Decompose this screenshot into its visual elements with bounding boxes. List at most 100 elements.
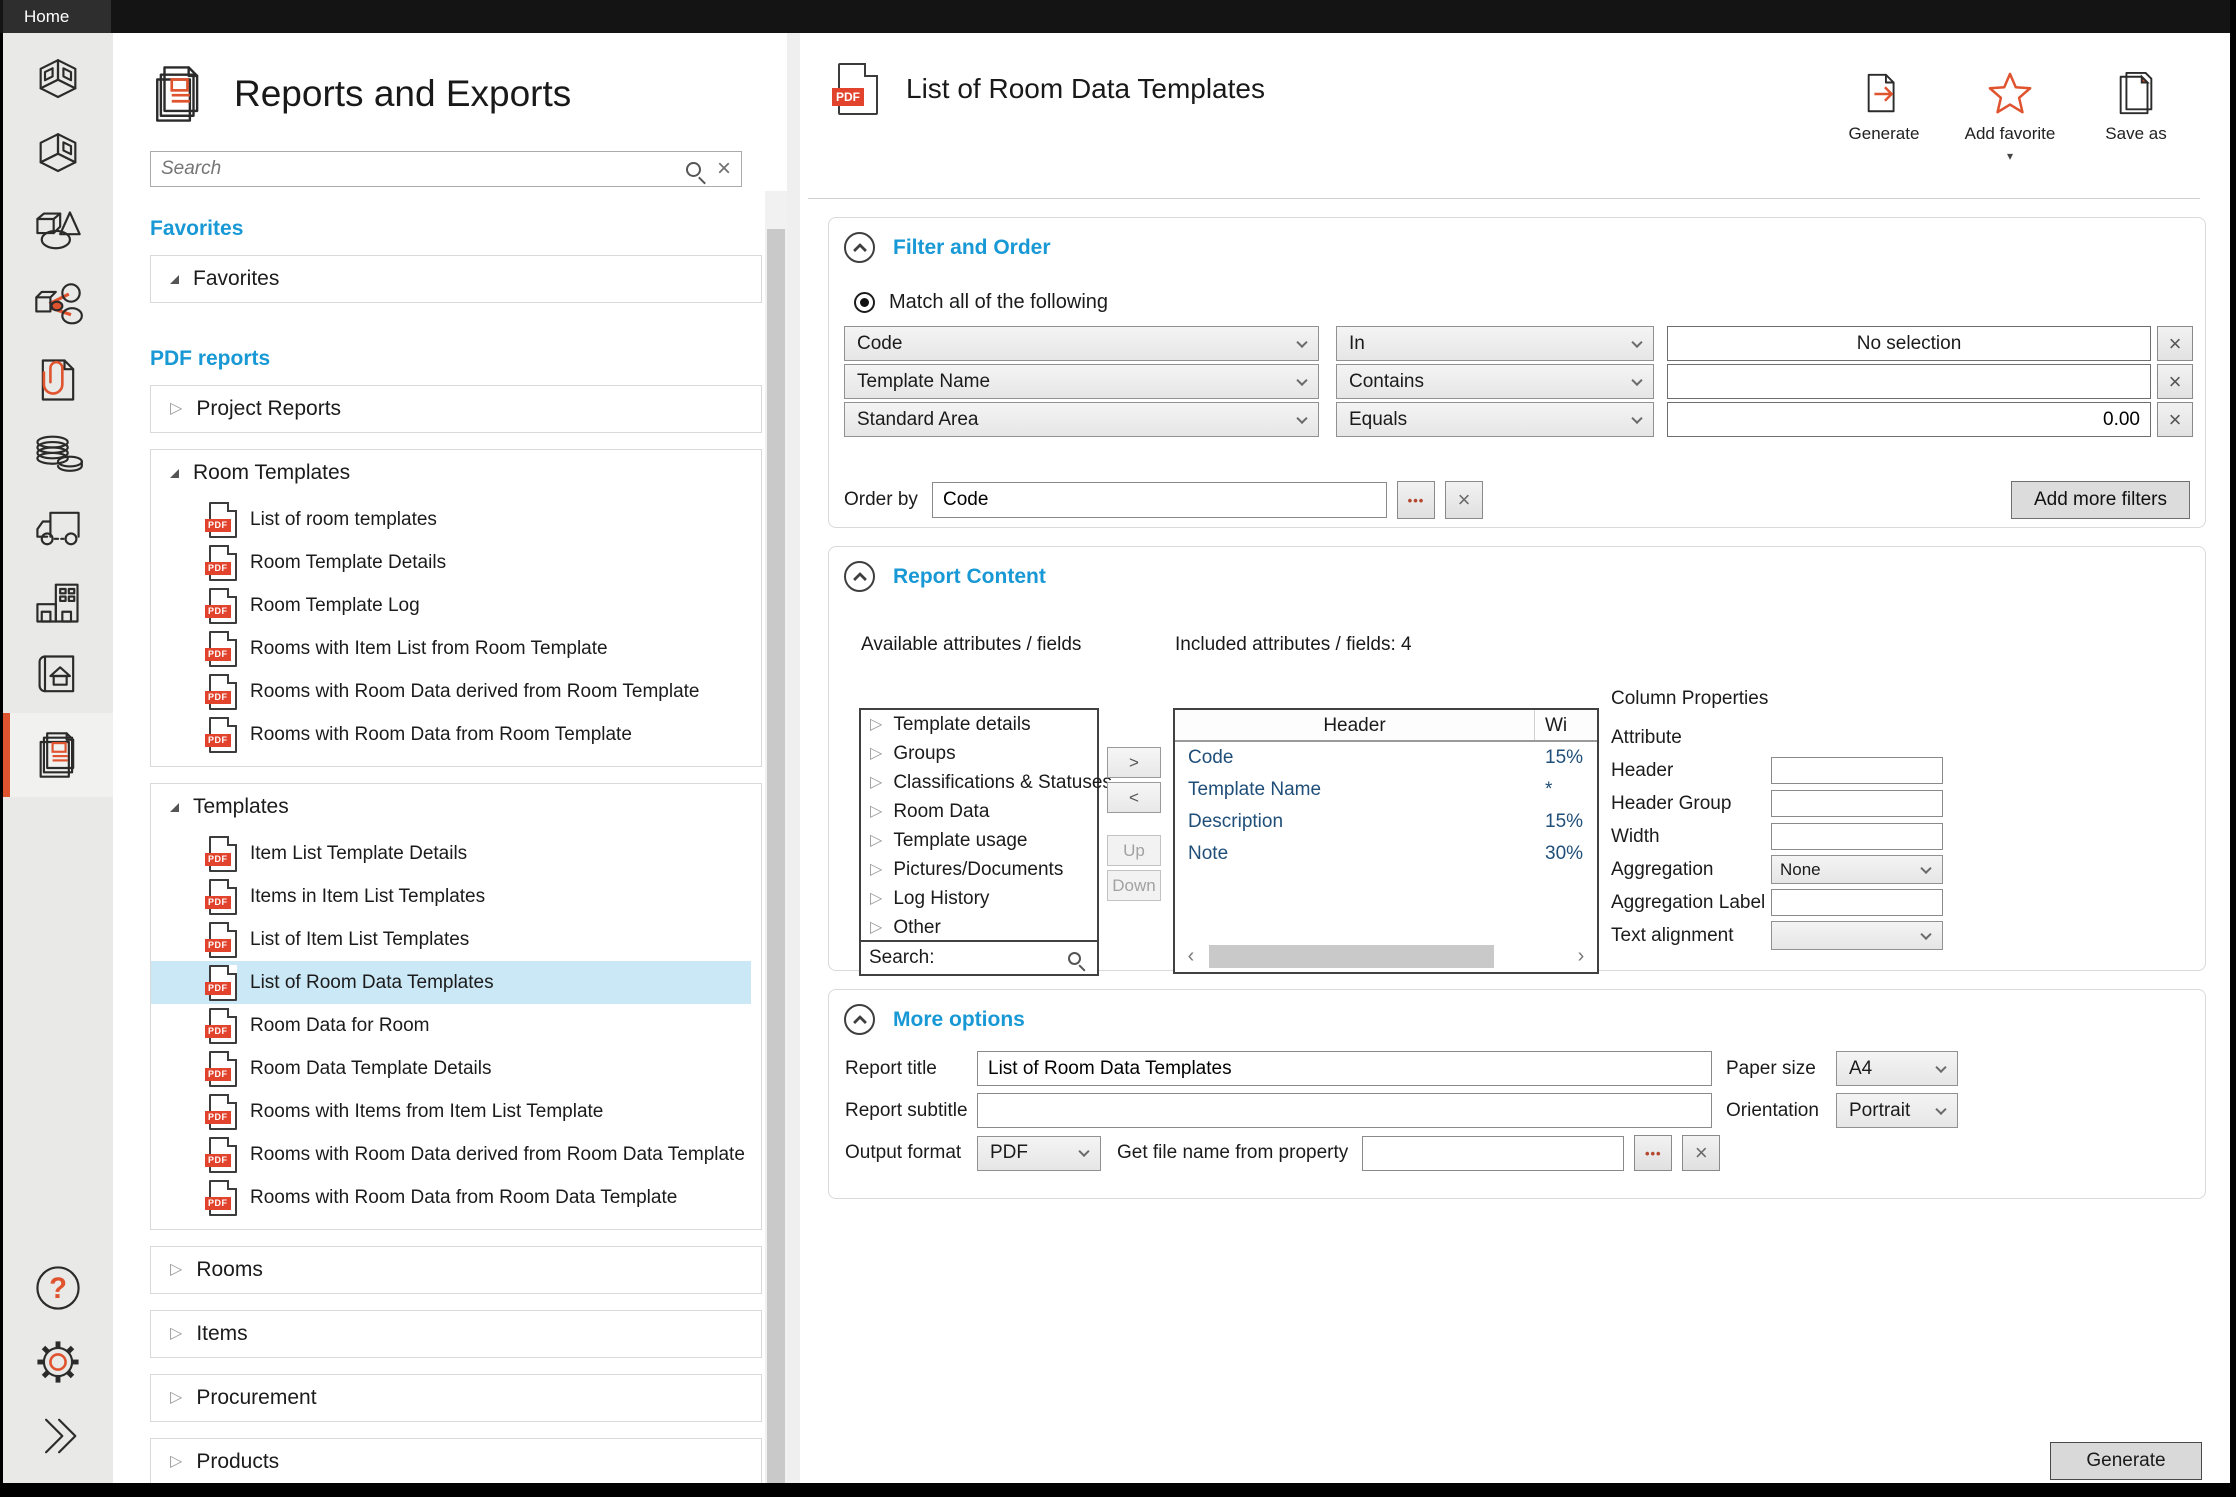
- tree-group-favorites-header[interactable]: Favorites: [151, 256, 761, 302]
- available-field-item[interactable]: ▷ Other: [861, 913, 1097, 942]
- tree-group-room-templates-header[interactable]: Room Templates: [151, 450, 761, 496]
- tree-scrollbar[interactable]: [765, 191, 787, 1483]
- file-name-clear-button[interactable]: ×: [1682, 1135, 1720, 1171]
- sidebar-item-items[interactable]: [3, 195, 113, 269]
- tree-group-products-header[interactable]: ▷ Products: [151, 1439, 761, 1483]
- filter-attribute-dropdown[interactable]: Template Name: [844, 364, 1319, 399]
- generate-button-top[interactable]: Generate: [1838, 71, 1930, 166]
- order-by-input[interactable]: [932, 482, 1387, 518]
- filter-operator-dropdown[interactable]: Contains: [1336, 364, 1654, 399]
- tree-item[interactable]: PDF Room Template Details: [151, 541, 751, 584]
- paper-size-dropdown[interactable]: A4: [1836, 1051, 1958, 1086]
- included-field-row[interactable]: Code 15%: [1175, 742, 1597, 774]
- available-field-item[interactable]: ▷ Groups: [861, 739, 1097, 768]
- available-field-item[interactable]: ▷ Pictures/Documents: [861, 855, 1097, 884]
- file-name-more-button[interactable]: •••: [1634, 1135, 1672, 1171]
- sidebar-item-rooms[interactable]: [3, 47, 113, 121]
- remove-filter-button[interactable]: ×: [2157, 326, 2193, 361]
- expander-closed-icon[interactable]: ▷: [170, 1390, 182, 1406]
- tree-item-selected[interactable]: PDF List of Room Data Templates: [151, 961, 751, 1004]
- filter-value-input[interactable]: [1678, 409, 2140, 431]
- tree-item[interactable]: PDF List of Item List Templates: [151, 918, 751, 961]
- included-field-row[interactable]: Template Name *: [1175, 774, 1597, 806]
- sidebar-item-settings[interactable]: [3, 1325, 113, 1399]
- filter-attribute-dropdown[interactable]: Code: [844, 326, 1319, 361]
- sidebar-item-help[interactable]: ?: [3, 1251, 113, 1325]
- sidebar-item-products[interactable]: [3, 269, 113, 343]
- filter-attribute-dropdown[interactable]: Standard Area: [844, 402, 1319, 437]
- expander-closed-icon[interactable]: ▷: [170, 1454, 182, 1470]
- tree-group-rooms-header[interactable]: ▷ Rooms: [151, 1247, 761, 1293]
- report-title-input[interactable]: [977, 1051, 1712, 1086]
- aggregation-dropdown[interactable]: None: [1771, 855, 1943, 884]
- available-field-item[interactable]: ▷ Template usage: [861, 826, 1097, 855]
- move-down-button[interactable]: Down: [1107, 870, 1161, 901]
- sidebar-item-catalog[interactable]: [3, 639, 113, 713]
- available-field-item[interactable]: ▷ Classifications & Statuses: [861, 768, 1097, 797]
- tree-group-templates-header[interactable]: Templates: [151, 784, 761, 830]
- included-field-row[interactable]: Description 15%: [1175, 806, 1597, 838]
- tree-group-procurement-header[interactable]: ▷ Procurement: [151, 1375, 761, 1421]
- aggregation-label-input[interactable]: [1771, 889, 1943, 916]
- tree-item[interactable]: PDF List of room templates: [151, 498, 751, 541]
- tree-item[interactable]: PDF Item List Template Details: [151, 832, 751, 875]
- tree-group-project-reports-header[interactable]: ▷ Project Reports: [151, 386, 761, 432]
- sidebar-item-logistics[interactable]: [3, 491, 113, 565]
- available-field-item[interactable]: ▷ Log History: [861, 884, 1097, 913]
- expander-open-icon[interactable]: [170, 469, 179, 478]
- included-field-row[interactable]: Note 30%: [1175, 838, 1597, 870]
- tree-item[interactable]: PDF Room Data Template Details: [151, 1047, 751, 1090]
- collapse-section-button[interactable]: [844, 232, 875, 263]
- tree-item[interactable]: PDF Rooms with Room Data derived from Ro…: [151, 670, 751, 713]
- sidebar-item-buildings[interactable]: [3, 565, 113, 639]
- header-input[interactable]: [1771, 757, 1943, 784]
- tree-scrollbar-thumb[interactable]: [767, 229, 785, 1483]
- orientation-dropdown[interactable]: Portrait: [1836, 1093, 1958, 1128]
- available-field-item[interactable]: ▷ Template details: [861, 710, 1097, 739]
- report-subtitle-input[interactable]: [977, 1093, 1712, 1128]
- scrollbar-thumb[interactable]: [1209, 945, 1494, 968]
- tree-item[interactable]: PDF Room Data for Room: [151, 1004, 751, 1047]
- filter-value-input[interactable]: [1678, 371, 2140, 393]
- add-favorite-button[interactable]: Add favorite ▾: [1964, 71, 2056, 166]
- filter-value-picker[interactable]: No selection: [1667, 326, 2151, 361]
- tree-item[interactable]: PDF Rooms with Item List from Room Templ…: [151, 627, 751, 670]
- fields-search-input[interactable]: [934, 951, 1068, 966]
- tree-item[interactable]: PDF Rooms with Room Data derived from Ro…: [151, 1133, 751, 1176]
- collapse-sidebar-button[interactable]: [3, 1399, 113, 1473]
- sidebar-item-documents[interactable]: [3, 343, 113, 417]
- sidebar-item-reports[interactable]: [3, 713, 113, 797]
- order-by-clear-button[interactable]: ×: [1445, 481, 1483, 519]
- search-icon[interactable]: [686, 162, 701, 177]
- search-icon[interactable]: [1068, 952, 1081, 965]
- output-format-dropdown[interactable]: PDF: [977, 1136, 1101, 1171]
- remove-filter-button[interactable]: ×: [2157, 402, 2193, 437]
- expander-open-icon[interactable]: [170, 275, 179, 284]
- move-left-button[interactable]: <: [1107, 782, 1161, 813]
- expander-closed-icon[interactable]: ▷: [170, 401, 182, 417]
- tree-group-items-header[interactable]: ▷ Items: [151, 1311, 761, 1357]
- tree-item[interactable]: PDF Rooms with Room Data from Room Data …: [151, 1176, 751, 1219]
- width-input[interactable]: [1771, 823, 1943, 850]
- collapse-section-button[interactable]: [844, 561, 875, 592]
- filter-operator-dropdown[interactable]: Equals: [1336, 402, 1654, 437]
- filter-operator-dropdown[interactable]: In: [1336, 326, 1654, 361]
- tree-item[interactable]: PDF Rooms with Room Data from Room Templ…: [151, 713, 751, 756]
- text-alignment-dropdown[interactable]: [1771, 921, 1943, 950]
- available-field-item[interactable]: ▷ Room Data: [861, 797, 1097, 826]
- order-by-more-button[interactable]: •••: [1397, 481, 1435, 519]
- generate-button[interactable]: Generate: [2050, 1442, 2202, 1480]
- tree-item[interactable]: PDF Rooms with Items from Item List Temp…: [151, 1090, 751, 1133]
- add-more-filters-button[interactable]: Add more filters: [2011, 481, 2190, 519]
- sidebar-item-data[interactable]: [3, 417, 113, 491]
- move-right-button[interactable]: >: [1107, 747, 1161, 778]
- move-up-button[interactable]: Up: [1107, 835, 1161, 866]
- expander-open-icon[interactable]: [170, 803, 179, 812]
- collapse-section-button[interactable]: [844, 1004, 875, 1035]
- tree-search-input[interactable]: [161, 158, 686, 180]
- clear-search-icon[interactable]: ×: [717, 157, 731, 181]
- tree-item[interactable]: PDF Room Template Log: [151, 584, 751, 627]
- table-horizontal-scrollbar[interactable]: ‹ ›: [1179, 945, 1593, 968]
- file-name-property-input[interactable]: [1362, 1136, 1624, 1171]
- match-all-radio[interactable]: [854, 292, 875, 313]
